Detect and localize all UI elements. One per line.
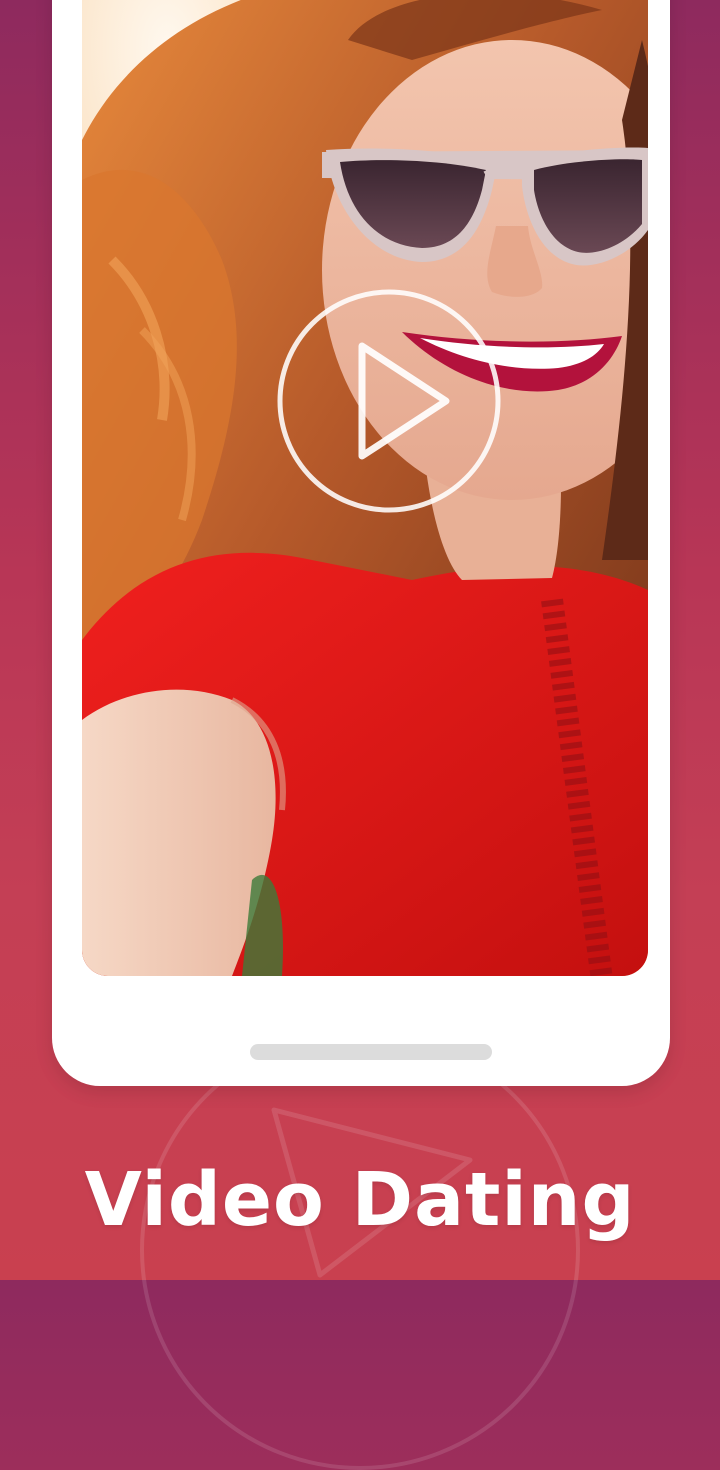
promo-headline: Video Dating <box>84 1157 636 1243</box>
phone-mockup <box>52 0 670 1086</box>
phone-screen <box>82 0 648 976</box>
play-video-icon[interactable] <box>276 288 502 514</box>
home-indicator <box>250 1044 492 1060</box>
